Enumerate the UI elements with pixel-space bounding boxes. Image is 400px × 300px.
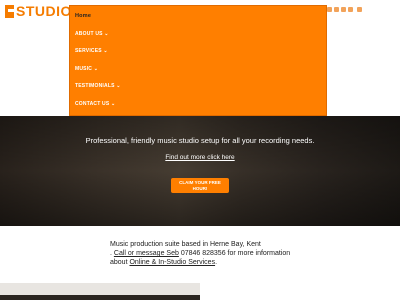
- nav-item-services[interactable]: SERVICES ⌄: [75, 48, 108, 54]
- logo[interactable]: STUDIO: [5, 4, 72, 18]
- about-text-1: Music production suite based in Herne Ba…: [110, 241, 261, 248]
- services-link[interactable]: Online & In-Studio Services: [129, 259, 215, 266]
- flickr-icon[interactable]: [348, 7, 353, 12]
- instagram-icon[interactable]: [341, 7, 346, 12]
- nav-item-music[interactable]: MUSIC ⌄: [75, 66, 98, 72]
- social-icons-secondary: [357, 7, 364, 12]
- mobile-nav-menu: Home ABOUT US ⌄ SERVICES ⌄ MUSIC ⌄ TESTI…: [69, 5, 327, 116]
- nav-item-contact-us[interactable]: CONTACT US ⌄: [75, 101, 115, 107]
- call-seb-link[interactable]: Call or message Seb: [114, 250, 179, 257]
- google-plus-icon[interactable]: [327, 7, 332, 12]
- hero-tagline: Professional, friendly music studio setu…: [85, 136, 315, 145]
- pinterest-icon[interactable]: [357, 7, 362, 12]
- bottom-image: [0, 283, 200, 300]
- logo-text: STUDIO: [16, 3, 72, 19]
- cta-line-2: HOUR!: [192, 186, 208, 191]
- about-paragraph: Music production suite based in Herne Ba…: [110, 240, 292, 267]
- logo-mark-icon: [5, 4, 14, 18]
- hero-more-link[interactable]: Find out more click here: [0, 154, 400, 161]
- nav-item-about-us[interactable]: ABOUT US ⌄: [75, 31, 109, 37]
- about-text-4: .: [215, 259, 218, 266]
- hero-banner: [0, 116, 400, 226]
- claim-free-hour-button[interactable]: CLAIM YOUR FREE HOUR!: [171, 178, 229, 193]
- youtube-icon[interactable]: [334, 7, 339, 12]
- nav-item-testimonials[interactable]: TESTIMONIALS ⌄: [75, 83, 121, 89]
- nav-item-home[interactable]: Home: [75, 13, 91, 19]
